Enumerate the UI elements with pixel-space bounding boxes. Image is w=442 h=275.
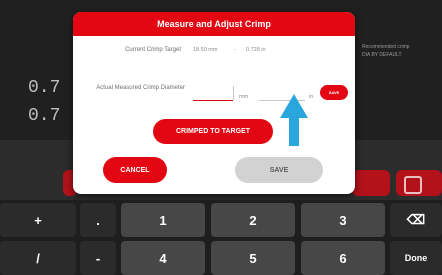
background-right-tile — [352, 170, 390, 196]
input-cursor — [233, 86, 234, 100]
key-4[interactable]: 4 — [121, 241, 205, 275]
current-target-separator: - — [234, 47, 236, 53]
key-plus[interactable]: + — [0, 203, 76, 237]
done-key[interactable]: Done — [390, 241, 442, 275]
measured-label: Actual Measured Crimp Diameter — [96, 85, 185, 91]
backspace-key[interactable]: ⌫ — [390, 203, 442, 237]
arrow-up-icon — [280, 94, 308, 146]
save-measurement-button[interactable]: SAVE — [320, 85, 348, 100]
current-target-mm: 18.50 mm — [193, 47, 218, 53]
key-minus[interactable]: - — [80, 241, 116, 275]
current-target-in: 0.728 in — [246, 47, 266, 53]
key-3[interactable]: 3 — [301, 203, 385, 237]
key-dot[interactable]: . — [80, 203, 116, 237]
crimped-to-target-button[interactable]: CRIMPED TO TARGET — [153, 119, 273, 144]
key-slash[interactable]: / — [0, 241, 76, 275]
key-5[interactable]: 5 — [211, 241, 295, 275]
dialog-title: Measure and Adjust Crimp — [73, 12, 355, 36]
key-2[interactable]: 2 — [211, 203, 295, 237]
unit-mm: mm — [239, 94, 249, 100]
cancel-button[interactable]: CANCEL — [103, 157, 167, 183]
save-button[interactable]: SAVE — [235, 157, 323, 183]
background-note-2: DIA BY DEFAULT — [362, 52, 402, 58]
current-target-label: Current Crimp Target — [125, 47, 181, 53]
key-6[interactable]: 6 — [301, 241, 385, 275]
measure-crimp-dialog: Measure and Adjust Crimp Current Crimp T… — [73, 12, 355, 194]
measured-mm-input[interactable] — [193, 100, 233, 101]
key-1[interactable]: 1 — [121, 203, 205, 237]
background-note-1: Recommended crimp — [362, 44, 410, 50]
edit-icon — [404, 176, 422, 194]
